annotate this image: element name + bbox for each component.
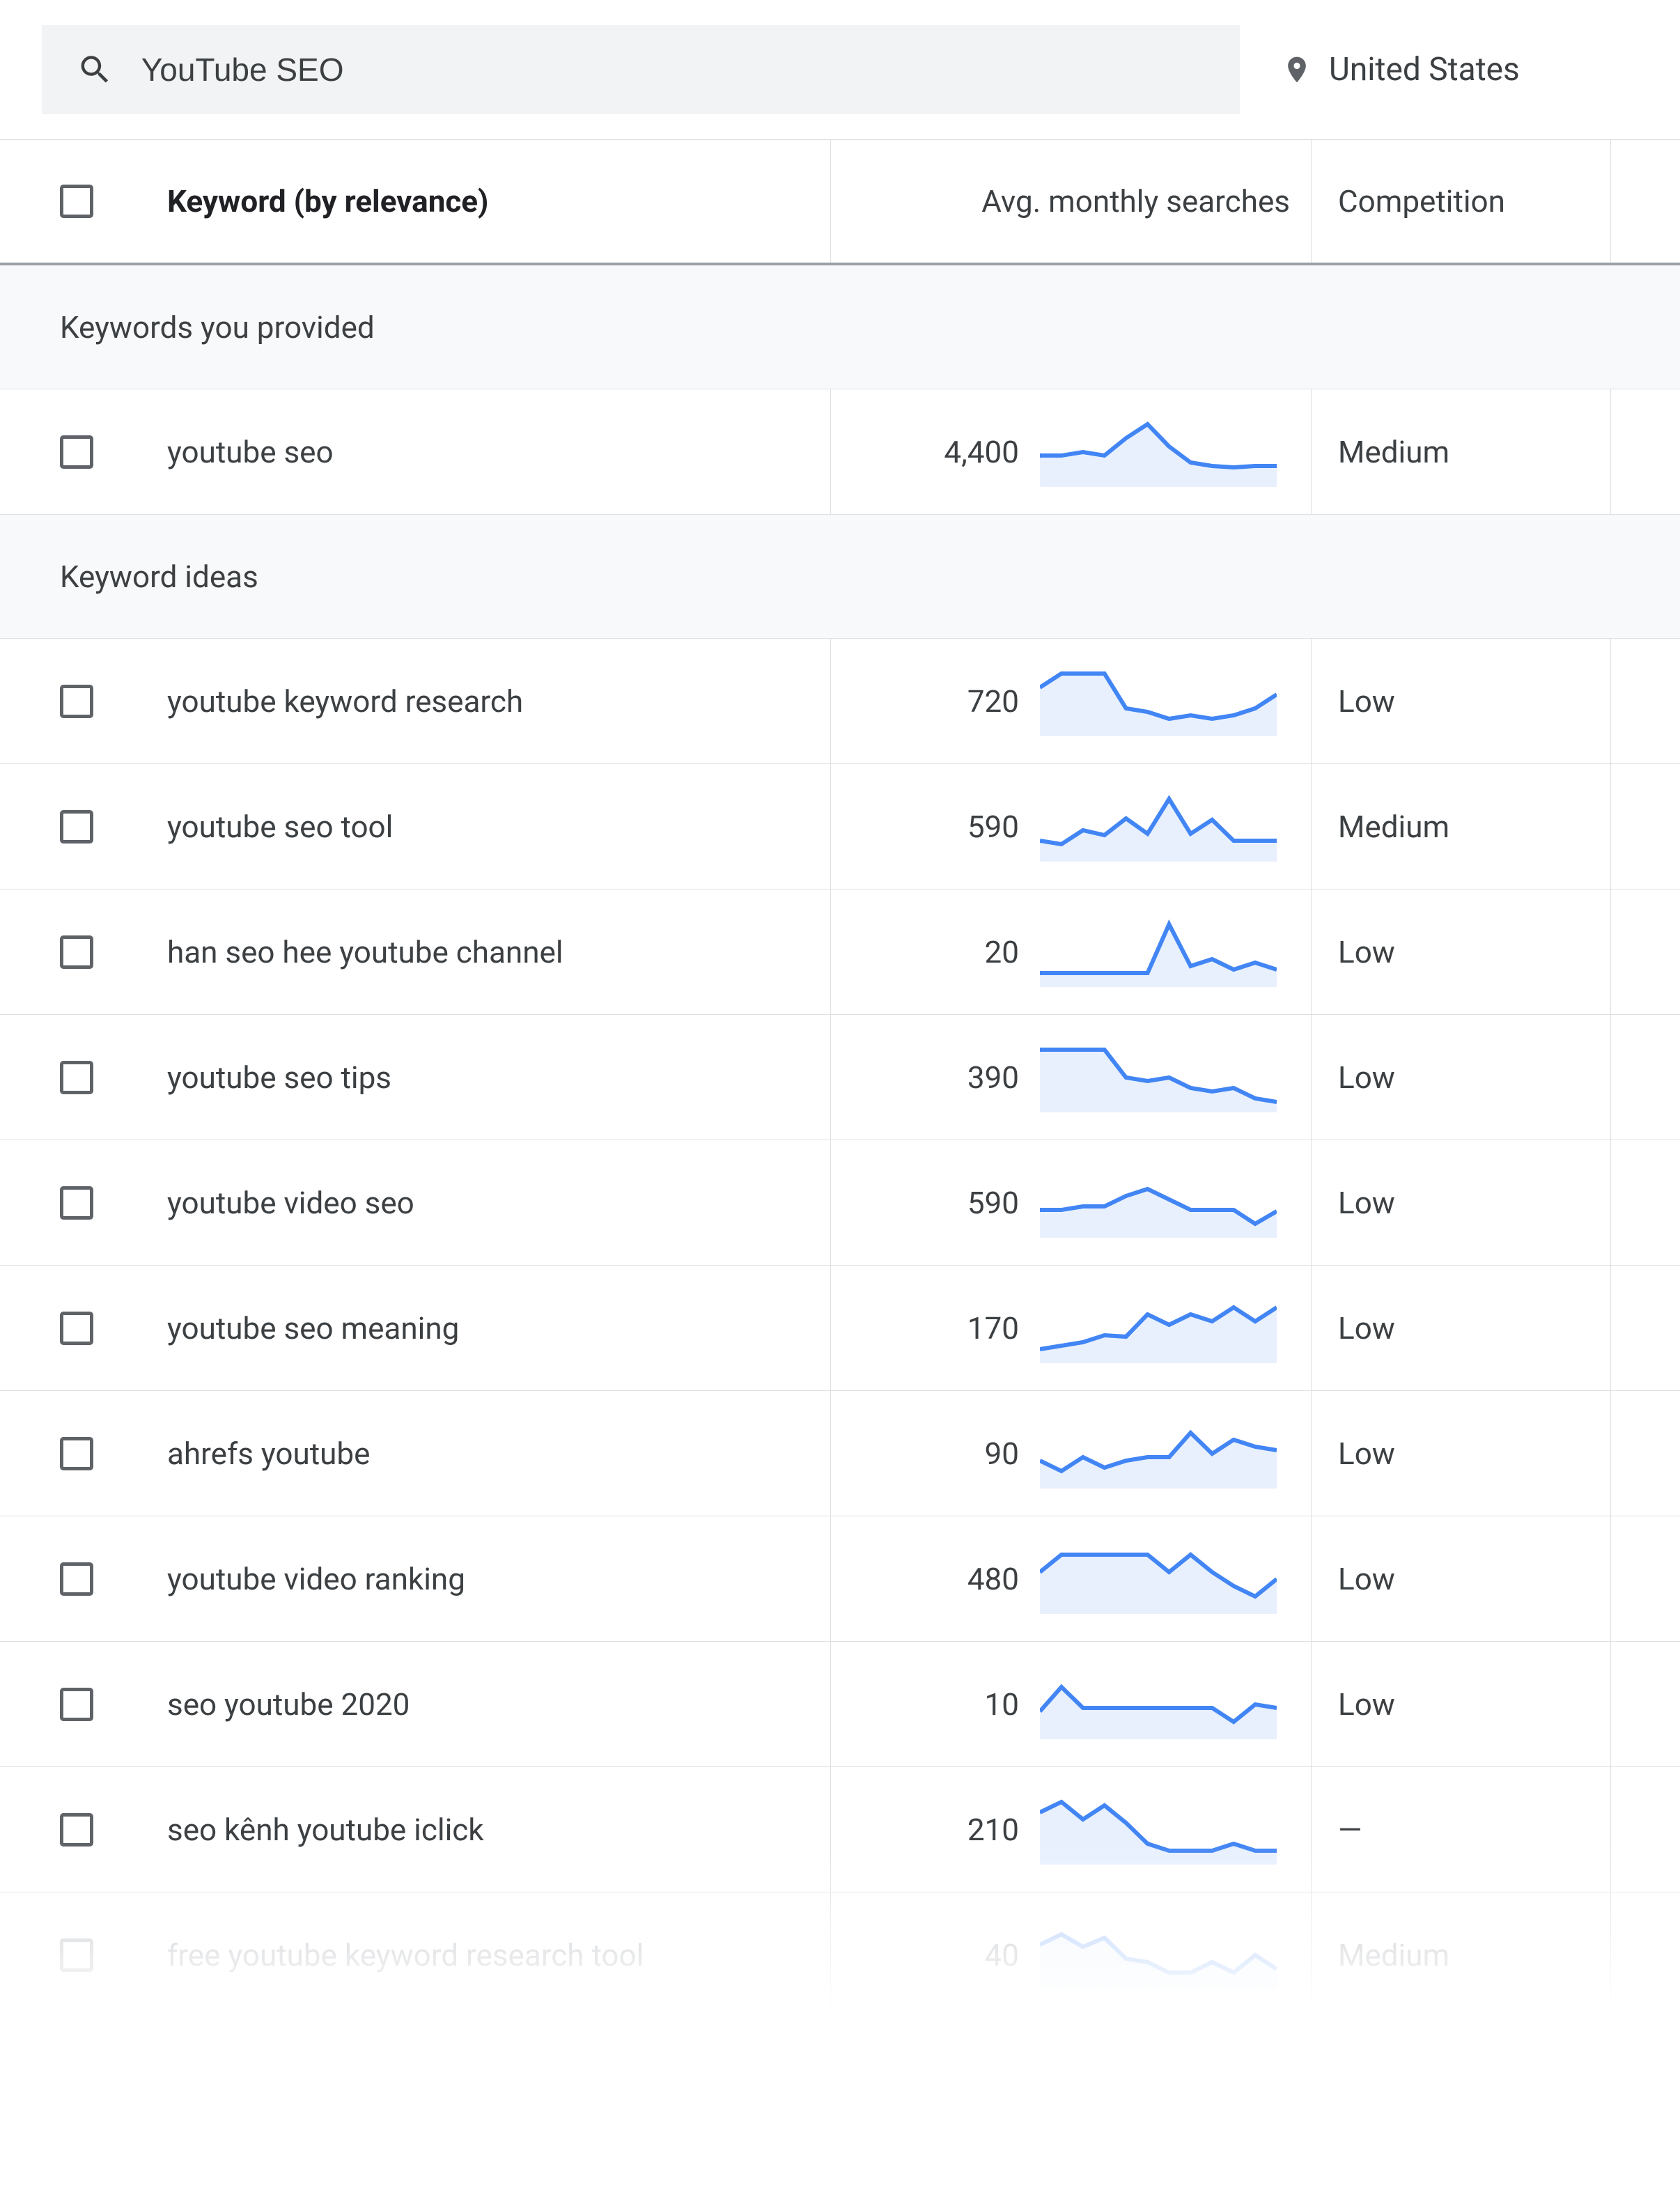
table-row: youtube video seo 590 Low (0, 1140, 1680, 1266)
sparkline-chart (1040, 1920, 1277, 1990)
sparkline-chart (1040, 917, 1277, 987)
provided-rows: youtube seo 4,400 Medium (0, 389, 1680, 515)
table-row: youtube seo meaning 170 Low (0, 1266, 1680, 1391)
keyword-text: youtube video ranking (167, 1561, 465, 1597)
sparkline-chart (1040, 1544, 1277, 1614)
row-checkbox[interactable] (60, 1312, 93, 1345)
table-row: seo kênh youtube iclick 210 — (0, 1767, 1680, 1892)
search-volume: 590 (859, 1185, 1019, 1221)
searches-column-header[interactable]: Avg. monthly searches (859, 183, 1290, 219)
sparkline-chart (1040, 792, 1277, 862)
competition-text: Low (1338, 1436, 1395, 1472)
sparkline-chart (1040, 1168, 1277, 1238)
competition-text: Low (1338, 934, 1395, 970)
sparkline-chart (1040, 417, 1277, 487)
competition-text: — (1338, 1812, 1362, 1848)
sparkline-chart (1040, 1293, 1277, 1363)
row-checkbox[interactable] (60, 935, 93, 969)
sparkline-chart (1040, 1043, 1277, 1112)
row-checkbox[interactable] (60, 1938, 93, 1972)
keyword-text: youtube seo meaning (167, 1310, 459, 1346)
keyword-text: youtube seo (167, 434, 334, 470)
search-volume: 480 (859, 1561, 1019, 1597)
keyword-text: ahrefs youtube (167, 1436, 370, 1472)
location-filter[interactable]: United States (1282, 51, 1520, 88)
row-checkbox[interactable] (60, 685, 93, 718)
keyword-text: seo kênh youtube iclick (167, 1812, 484, 1848)
competition-text: Low (1338, 1561, 1395, 1597)
location-icon (1282, 54, 1312, 85)
competition-text: Low (1338, 1310, 1395, 1346)
table-row: free youtube keyword research tool 40 Me… (0, 1892, 1680, 2018)
section-provided: Keywords you provided (0, 265, 1680, 389)
competition-text: Low (1338, 1686, 1395, 1723)
idea-rows: youtube keyword research 720 Low youtube… (0, 639, 1680, 2018)
table-row: ahrefs youtube 90 Low (0, 1391, 1680, 1516)
competition-text: Medium (1338, 434, 1449, 470)
sparkline-chart (1040, 1419, 1277, 1488)
sparkline-chart (1040, 667, 1277, 736)
search-volume: 10 (859, 1686, 1019, 1723)
keyword-text: free youtube keyword research tool (167, 1937, 644, 1973)
competition-text: Low (1338, 683, 1395, 720)
search-volume: 210 (859, 1812, 1019, 1848)
search-input[interactable] (141, 51, 1205, 88)
search-volume: 4,400 (859, 434, 1019, 470)
location-label: United States (1329, 51, 1520, 88)
search-icon (77, 50, 114, 89)
sparkline-chart (1040, 1795, 1277, 1865)
keyword-text: youtube keyword research (167, 683, 523, 720)
sparkline-chart (1040, 1670, 1277, 1739)
keyword-text: youtube seo tool (167, 809, 393, 845)
search-box[interactable] (42, 25, 1240, 114)
search-volume: 20 (859, 934, 1019, 970)
row-checkbox[interactable] (60, 1186, 93, 1220)
table-row: youtube seo tips 390 Low (0, 1015, 1680, 1140)
top-bar: United States (0, 0, 1680, 140)
row-checkbox[interactable] (60, 1813, 93, 1847)
keyword-text: youtube seo tips (167, 1059, 391, 1096)
competition-text: Medium (1338, 809, 1449, 845)
select-all-checkbox[interactable] (60, 185, 93, 218)
search-volume: 720 (859, 683, 1019, 720)
row-checkbox[interactable] (60, 810, 93, 844)
competition-column-header[interactable]: Competition (1311, 140, 1610, 263)
section-ideas: Keyword ideas (0, 515, 1680, 639)
keyword-text: han seo hee youtube channel (167, 934, 563, 970)
table-header: Keyword (by relevance) Avg. monthly sear… (0, 140, 1680, 265)
competition-text: Medium (1338, 1937, 1449, 1973)
keyword-text: seo youtube 2020 (167, 1686, 410, 1723)
row-checkbox[interactable] (60, 1061, 93, 1094)
row-checkbox[interactable] (60, 1562, 93, 1596)
table-row: youtube seo tool 590 Medium (0, 764, 1680, 889)
table-row: seo youtube 2020 10 Low (0, 1642, 1680, 1767)
table-row: youtube video ranking 480 Low (0, 1516, 1680, 1642)
competition-text: Low (1338, 1059, 1395, 1096)
table-row: youtube keyword research 720 Low (0, 639, 1680, 764)
search-volume: 90 (859, 1436, 1019, 1472)
row-checkbox[interactable] (60, 1688, 93, 1721)
search-volume: 590 (859, 809, 1019, 845)
search-volume: 170 (859, 1310, 1019, 1346)
row-checkbox[interactable] (60, 1437, 93, 1470)
competition-text: Low (1338, 1185, 1395, 1221)
table-row: han seo hee youtube channel 20 Low (0, 889, 1680, 1015)
keyword-text: youtube video seo (167, 1185, 414, 1221)
keyword-column-header[interactable]: Keyword (by relevance) (167, 183, 830, 219)
table-row: youtube seo 4,400 Medium (0, 389, 1680, 515)
search-volume: 390 (859, 1059, 1019, 1096)
search-volume: 40 (859, 1937, 1019, 1973)
row-checkbox[interactable] (60, 435, 93, 469)
